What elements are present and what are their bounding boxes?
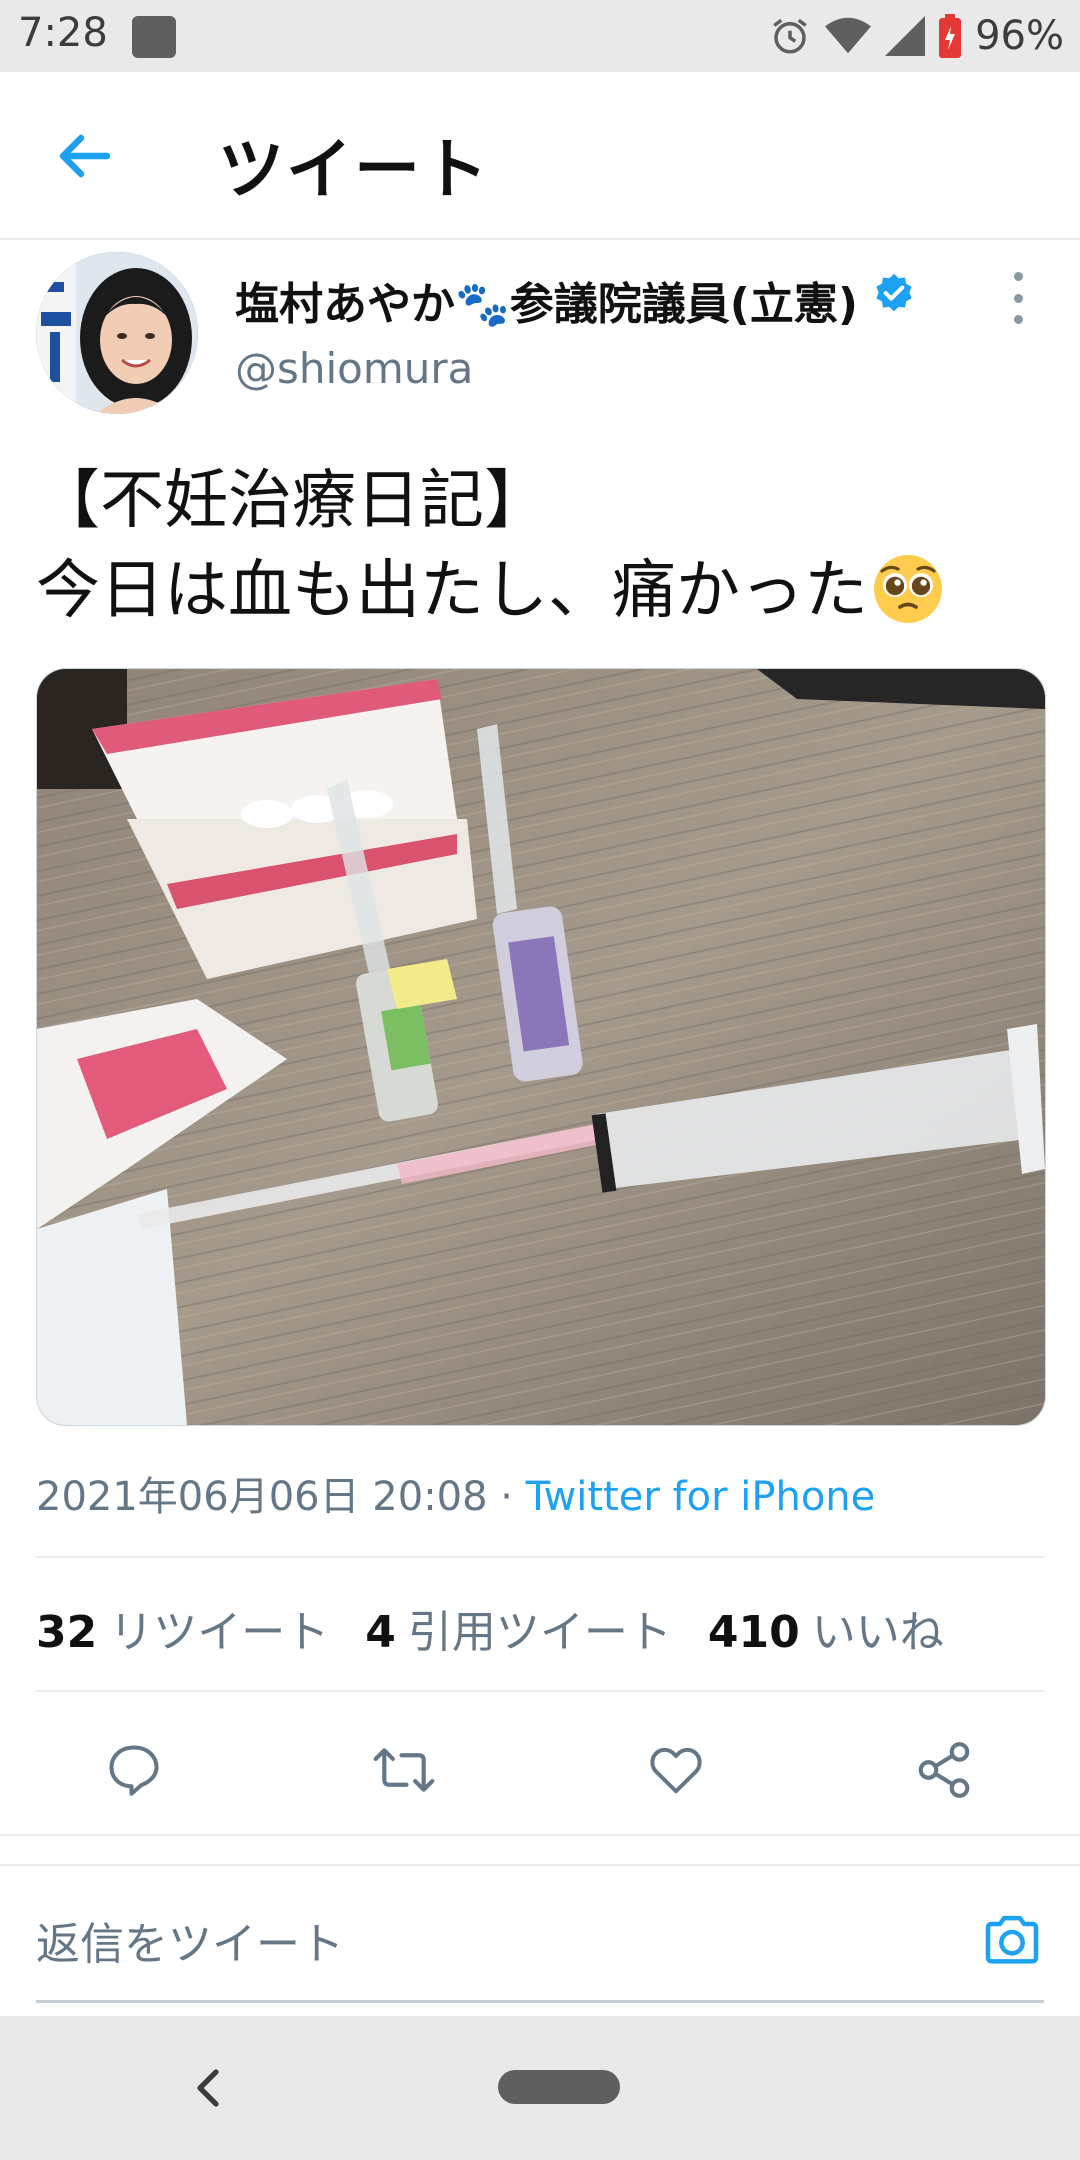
wifi-icon xyxy=(825,17,872,54)
retweets-stat[interactable]: 32 リツイート xyxy=(36,1596,329,1660)
likes-count: 410 xyxy=(707,1607,800,1658)
share-icon xyxy=(918,1742,970,1798)
tweet-stats: 32 リツイート 4 引用ツイート 410 いいね xyxy=(36,1596,944,1660)
avatar[interactable] xyxy=(36,252,198,414)
reply-icon xyxy=(109,1745,159,1796)
reply-input[interactable]: 返信をツイート xyxy=(36,1880,1044,2003)
verified-badge-icon xyxy=(876,273,912,312)
tweet-text: 【不妊治療日記】 今日は血も出たし、痛かった xyxy=(36,456,944,636)
tweet-timestamp: 2021年06月06日 20:08 xyxy=(36,1474,488,1520)
heart-icon xyxy=(650,1747,702,1794)
page-title: ツイート xyxy=(218,131,490,208)
tweet-text-line1: 【不妊治療日記】 xyxy=(36,464,548,538)
quotes-stat[interactable]: 4 引用ツイート xyxy=(365,1596,672,1660)
retweet-button[interactable] xyxy=(366,1732,442,1808)
status-time: 7:28 xyxy=(18,10,108,56)
app-bar: ツイート xyxy=(0,72,1080,240)
likes-label: いいね xyxy=(811,1607,944,1658)
quotes-count: 4 xyxy=(365,1607,396,1658)
camera-button[interactable] xyxy=(980,1908,1044,1972)
likes-stat[interactable]: 410 いいね xyxy=(708,1596,944,1660)
tweet-text-line2: 今日は血も出たし、痛かった xyxy=(36,554,868,628)
app-notification-icon xyxy=(132,16,176,58)
tweet-meta: 2021年06月06日 20:08 · Twitter for iPhone xyxy=(36,1464,875,1522)
reply-button[interactable] xyxy=(96,1732,172,1808)
retweets-label: リツイート xyxy=(109,1607,330,1658)
battery-percent: 96% xyxy=(975,13,1064,59)
reply-placeholder: 返信をツイート xyxy=(36,1919,344,1970)
nav-home-pill[interactable] xyxy=(498,2070,620,2104)
more-dots-icon xyxy=(1013,272,1023,281)
alarm-icon xyxy=(773,18,807,54)
quotes-label: 引用ツイート xyxy=(407,1607,672,1658)
back-button[interactable] xyxy=(52,124,116,188)
divider xyxy=(36,1690,1044,1692)
chevron-left-icon xyxy=(197,2069,219,2107)
author-handle[interactable]: @shiomura xyxy=(235,344,473,393)
tweet-media-photo[interactable] xyxy=(36,668,1046,1426)
status-bar: 7:28 96% xyxy=(0,0,1080,72)
retweets-count: 32 xyxy=(36,1607,98,1658)
meta-separator: · xyxy=(487,1474,526,1520)
divider xyxy=(36,1556,1044,1558)
tweet-action-bar xyxy=(0,1720,1080,1820)
author-name[interactable]: 塩村あやか🐾参議院議員(立憲) xyxy=(235,268,858,332)
like-button[interactable] xyxy=(638,1732,714,1808)
share-button[interactable] xyxy=(906,1732,982,1808)
arrow-left-icon xyxy=(59,134,111,178)
signal-icon xyxy=(885,16,926,56)
tweet-source-link[interactable]: Twitter for iPhone xyxy=(526,1474,876,1520)
retweet-icon xyxy=(373,1748,435,1792)
photo-injection-supplies xyxy=(37,669,1045,1425)
divider xyxy=(0,1864,1080,1866)
pleading-face-emoji-icon xyxy=(874,555,942,624)
battery-icon xyxy=(939,14,962,58)
nav-back-button[interactable] xyxy=(184,2060,232,2116)
more-options-button[interactable] xyxy=(1000,272,1036,324)
divider xyxy=(0,1834,1080,1836)
camera-icon xyxy=(985,1915,1039,1964)
